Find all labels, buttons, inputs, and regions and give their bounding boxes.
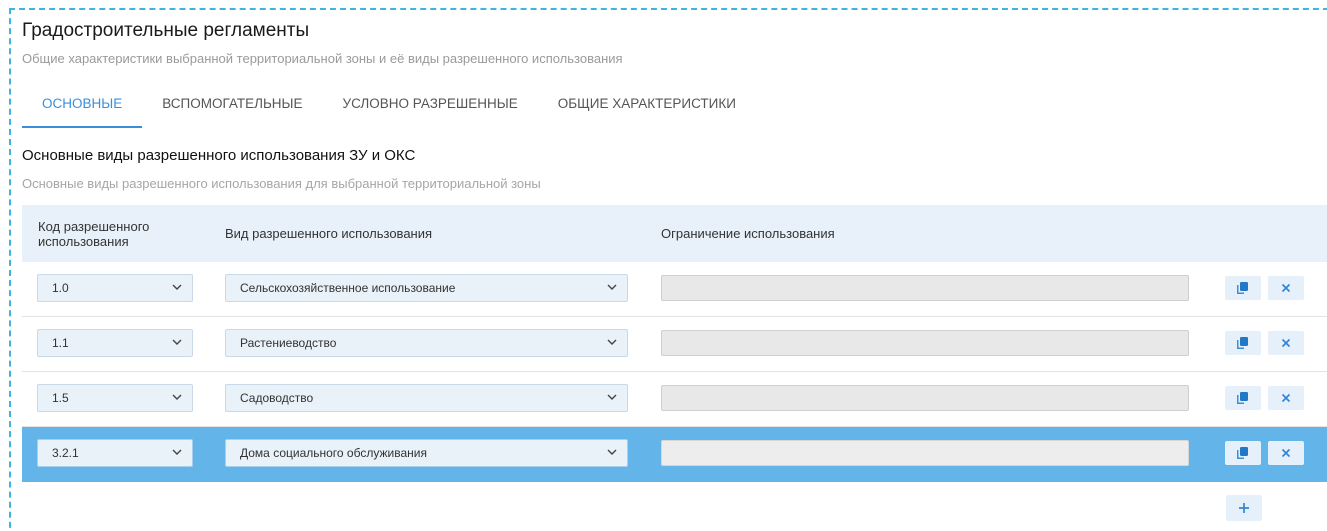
close-icon bbox=[1281, 283, 1291, 293]
restriction-input[interactable] bbox=[661, 440, 1189, 466]
usage-type-select[interactable]: Дома социального обслуживания bbox=[225, 439, 628, 467]
copy-row-button[interactable] bbox=[1225, 441, 1261, 465]
chevron-down-icon bbox=[172, 284, 182, 290]
table-row: 1.0 Сельскохозяйственное использование bbox=[22, 262, 1327, 317]
tab-auxiliary[interactable]: ВСПОМОГАТЕЛЬНЫЕ bbox=[142, 82, 322, 128]
column-header-type: Вид разрешенного использования bbox=[225, 226, 433, 241]
code-select[interactable]: 1.0 bbox=[37, 274, 193, 302]
plus-icon bbox=[1239, 503, 1249, 513]
delete-row-button[interactable] bbox=[1268, 441, 1304, 465]
code-select[interactable]: 1.5 bbox=[37, 384, 193, 412]
tab-bar: ОСНОВНЫЕ ВСПОМОГАТЕЛЬНЫЕ УСЛОВНО РАЗРЕШЕ… bbox=[22, 82, 756, 128]
restriction-input[interactable] bbox=[661, 385, 1189, 411]
copy-row-button[interactable] bbox=[1225, 276, 1261, 300]
chevron-down-icon bbox=[607, 284, 617, 290]
table-row: 1.1 Растениеводство bbox=[22, 317, 1327, 372]
close-icon bbox=[1281, 448, 1291, 458]
usage-type-select-value: Растениеводство bbox=[240, 336, 337, 350]
chevron-down-icon bbox=[172, 394, 182, 400]
delete-row-button[interactable] bbox=[1268, 276, 1304, 300]
code-select-value: 1.5 bbox=[52, 391, 69, 405]
section-subtitle: Основные виды разрешенного использования… bbox=[22, 176, 541, 191]
page-subtitle: Общие характеристики выбранной территори… bbox=[22, 51, 623, 66]
add-row-button[interactable] bbox=[1226, 495, 1262, 521]
column-header-code: Код разрешенного использования bbox=[38, 218, 150, 249]
usage-type-select-value: Сельскохозяйственное использование bbox=[240, 281, 456, 295]
usage-type-select-value: Дома социального обслуживания bbox=[240, 446, 427, 460]
chevron-down-icon bbox=[607, 449, 617, 455]
code-select[interactable]: 3.2.1 bbox=[37, 439, 193, 467]
table-row: 1.5 Садоводство bbox=[22, 372, 1327, 427]
code-select[interactable]: 1.1 bbox=[37, 329, 193, 357]
table-header: Код разрешенного использования Вид разре… bbox=[22, 205, 1327, 262]
tab-conditional[interactable]: УСЛОВНО РАЗРЕШЕННЫЕ bbox=[323, 82, 538, 128]
code-select-value: 1.0 bbox=[52, 281, 69, 295]
copy-icon bbox=[1237, 337, 1248, 349]
close-icon bbox=[1281, 338, 1291, 348]
tab-main[interactable]: ОСНОВНЫЕ bbox=[22, 82, 143, 128]
copy-icon bbox=[1237, 447, 1248, 459]
usage-type-select[interactable]: Сельскохозяйственное использование bbox=[225, 274, 628, 302]
delete-row-button[interactable] bbox=[1268, 386, 1304, 410]
close-icon bbox=[1281, 393, 1291, 403]
copy-row-button[interactable] bbox=[1225, 331, 1261, 355]
usage-table: Код разрешенного использования Вид разре… bbox=[22, 205, 1327, 482]
usage-type-select[interactable]: Садоводство bbox=[225, 384, 628, 412]
column-header-restriction: Ограничение использования bbox=[661, 226, 835, 241]
chevron-down-icon bbox=[607, 339, 617, 345]
usage-type-select-value: Садоводство bbox=[240, 391, 314, 405]
chevron-down-icon bbox=[607, 394, 617, 400]
page-title: Градостроительные регламенты bbox=[22, 20, 310, 41]
chevron-down-icon bbox=[172, 339, 182, 345]
usage-type-select[interactable]: Растениеводство bbox=[225, 329, 628, 357]
section-title: Основные виды разрешенного использования… bbox=[22, 147, 416, 164]
tab-general[interactable]: ОБЩИЕ ХАРАКТЕРИСТИКИ bbox=[538, 82, 756, 128]
delete-row-button[interactable] bbox=[1268, 331, 1304, 355]
code-select-value: 1.1 bbox=[52, 336, 69, 350]
restriction-input[interactable] bbox=[661, 330, 1189, 356]
copy-icon bbox=[1237, 392, 1248, 404]
restriction-input[interactable] bbox=[661, 275, 1189, 301]
copy-icon bbox=[1237, 282, 1248, 294]
code-select-value: 3.2.1 bbox=[52, 446, 79, 460]
table-row-selected: 3.2.1 Дома социального обслуживания bbox=[22, 427, 1327, 482]
copy-row-button[interactable] bbox=[1225, 386, 1261, 410]
chevron-down-icon bbox=[172, 449, 182, 455]
